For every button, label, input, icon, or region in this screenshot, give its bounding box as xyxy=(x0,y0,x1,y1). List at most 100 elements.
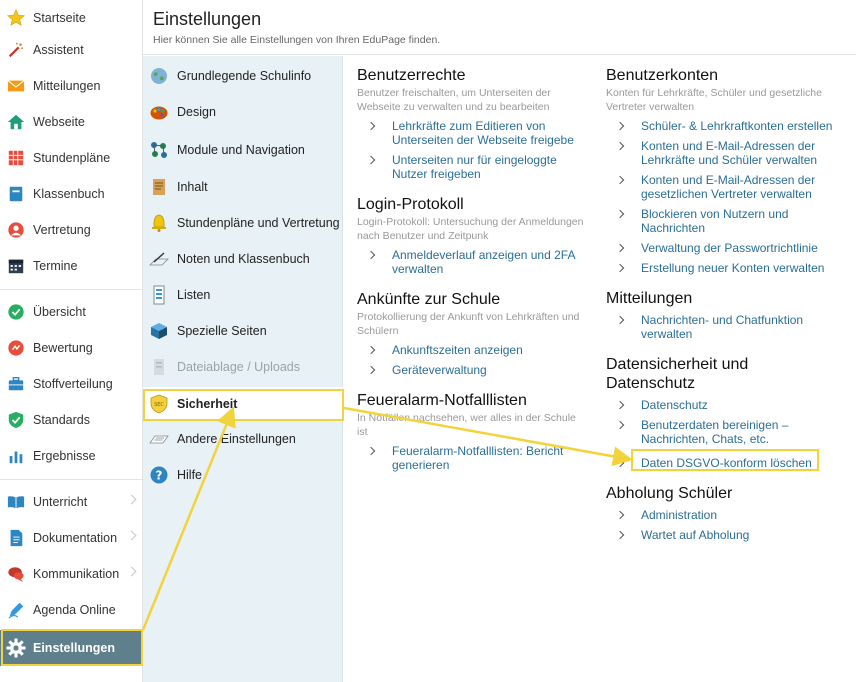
sidebar-item-label: Stundenpläne xyxy=(33,151,111,165)
star-icon xyxy=(6,8,26,28)
sidebar-item-einstellungen[interactable]: Einstellungen xyxy=(0,630,143,666)
link-konten-erstellen[interactable]: Schüler- & Lehrkraftkonten erstellen xyxy=(606,119,846,133)
menu-item-spezielle-seiten[interactable]: Spezielle Seiten xyxy=(143,314,343,348)
sidebar-item-label: Assistent xyxy=(33,43,84,57)
menu-item-module-navigation[interactable]: Module und Navigation xyxy=(143,133,343,167)
section-title: Benutzerrechte xyxy=(357,67,466,84)
palette-icon xyxy=(148,101,170,123)
menu-item-label: Noten und Klassenbuch xyxy=(177,252,310,266)
folder-icon xyxy=(148,356,170,378)
help-icon: ? xyxy=(148,464,170,486)
timetable-icon xyxy=(6,148,26,168)
page-title: Einstellungen xyxy=(153,9,262,29)
link-blockieren[interactable]: Blockieren von Nutzern und Nachrichten xyxy=(606,207,846,235)
link-unterseiten-eingeloggte[interactable]: Unterseiten nur für eingeloggte Nutzer f… xyxy=(357,153,587,181)
link-anmeldeverlauf[interactable]: Anmeldeverlauf anzeigen und 2FA verwalte… xyxy=(357,248,587,276)
calendar-icon xyxy=(6,256,26,276)
list-icon xyxy=(148,284,170,306)
content-icon xyxy=(148,176,170,198)
menu-item-stundenplaene-vertretung[interactable]: Stundenpläne und Vertretung xyxy=(143,206,343,240)
sidebar-item-label: Webseite xyxy=(33,115,85,129)
sidebar-item-dokumentation[interactable]: Dokumentation xyxy=(0,520,143,556)
menu-item-label: Stundenpläne und Vertretung xyxy=(177,216,340,230)
page-header: Einstellungen Hier können Sie alle Einst… xyxy=(143,0,856,55)
section-title: Mitteilungen xyxy=(606,290,693,307)
link-neue-konten[interactable]: Erstellung neuer Konten verwalten xyxy=(606,261,846,275)
menu-item-sicherheit[interactable]: SEC Sicherheit xyxy=(143,387,343,421)
wand-icon xyxy=(6,40,26,60)
section-title: Login-Protokoll xyxy=(357,196,464,213)
newspaper-icon xyxy=(148,428,170,450)
sidebar-divider xyxy=(0,289,142,290)
menu-item-dateiablage[interactable]: Dateiablage / Uploads xyxy=(143,350,343,384)
sidebar-item-label: Klassenbuch xyxy=(33,187,105,201)
menu-item-grundlegende-schulinfo[interactable]: Grundlegende Schulinfo xyxy=(143,59,343,93)
sidebar-item-uebersicht[interactable]: Übersicht xyxy=(0,294,143,330)
menu-item-hilfe[interactable]: ? Hilfe xyxy=(143,458,343,492)
shield-icon: SEC xyxy=(148,393,170,415)
sidebar-item-termine[interactable]: Termine xyxy=(0,248,143,284)
section-benutzerkonten: Benutzerkonten Konten für Lehrkräfte, Sc… xyxy=(606,66,846,275)
chevron-right-icon xyxy=(126,494,137,505)
section-datensicherheit: Datensicherheit und Datenschutz Datensch… xyxy=(606,355,846,470)
menu-item-label: Hilfe xyxy=(177,468,203,482)
link-passwortrichtlinie[interactable]: Verwaltung der Passwortrichtlinie xyxy=(606,241,846,255)
check-icon xyxy=(6,302,26,322)
sidebar-item-bewertung[interactable]: Bewertung xyxy=(0,330,143,366)
svg-text:SEC: SEC xyxy=(154,402,164,408)
sidebar-item-label: Agenda Online xyxy=(33,603,116,617)
sidebar-item-unterricht[interactable]: Unterricht xyxy=(0,484,143,520)
sidebar-item-klassenbuch[interactable]: Klassenbuch xyxy=(0,176,143,212)
settings-menu: Grundlegende Schulinfo Design Module und… xyxy=(143,56,343,682)
section-ankuenfte: Ankünfte zur Schule Protokollierung der … xyxy=(357,290,587,377)
sidebar-item-ergebnisse[interactable]: Ergebnisse xyxy=(0,438,143,474)
menu-item-inhalt[interactable]: Inhalt xyxy=(143,170,343,204)
link-konten-lehrkraefte-schueler[interactable]: Konten und E-Mail-Adressen der Lehrkräft… xyxy=(606,139,846,167)
link-ankunftszeiten[interactable]: Ankunftszeiten anzeigen xyxy=(357,343,587,357)
chat-icon xyxy=(6,564,26,584)
link-feueralarm-bericht[interactable]: Feueralarm-Notfalllisten: Bericht generi… xyxy=(357,444,587,472)
menu-item-label: Grundlegende Schulinfo xyxy=(177,69,312,83)
section-description: Benutzer freischalten, um Unterseiten de… xyxy=(357,87,551,113)
cube-icon xyxy=(148,320,170,342)
sidebar-item-stundenplaene[interactable]: Stundenpläne xyxy=(0,140,143,176)
link-chatfunktion[interactable]: Nachrichten- und Chatfunktion verwalten xyxy=(606,313,846,341)
sidebar-item-label: Stoffverteilung xyxy=(33,377,113,391)
home-icon xyxy=(6,112,26,132)
link-benutzerdaten-bereinigen[interactable]: Benutzerdaten bereinigen – Nachrichten, … xyxy=(606,418,846,446)
chevron-right-icon xyxy=(126,566,137,577)
section-title: Feueralarm-Notfalllisten xyxy=(357,392,527,409)
menu-item-label: Listen xyxy=(177,288,211,302)
sidebar-item-startseite[interactable]: Startseite xyxy=(0,0,143,36)
menu-item-design[interactable]: Design xyxy=(143,95,343,129)
document-icon xyxy=(6,528,26,548)
link-dsgvo-loeschen[interactable]: Daten DSGVO-konform löschen xyxy=(606,456,846,470)
sidebar-item-webseite[interactable]: Webseite xyxy=(0,104,143,140)
sidebar-item-kommunikation[interactable]: Kommunikation xyxy=(0,556,143,592)
sidebar-item-label: Einstellungen xyxy=(33,641,115,655)
sidebar-item-agenda-online[interactable]: Agenda Online xyxy=(0,592,143,628)
menu-item-label: Module und Navigation xyxy=(177,143,305,157)
sidebar-item-label: Startseite xyxy=(33,11,86,25)
link-wartet-auf-abholung[interactable]: Wartet auf Abholung xyxy=(606,528,846,542)
sidebar-item-stoffverteilung[interactable]: Stoffverteilung xyxy=(0,366,143,402)
globe-icon xyxy=(148,65,170,87)
sidebar-item-label: Übersicht xyxy=(33,305,86,319)
sidebar-item-label: Kommunikation xyxy=(33,567,120,581)
link-geraeteverwaltung[interactable]: Geräteverwaltung xyxy=(357,363,587,377)
section-description: In Notfällen nachsehen, wer alles in der… xyxy=(357,412,576,438)
menu-item-listen[interactable]: Listen xyxy=(143,278,343,312)
notebook-pen-icon xyxy=(148,248,170,270)
link-konten-vertreter[interactable]: Konten und E-Mail-Adressen der gesetzlic… xyxy=(606,173,846,201)
link-datenschutz[interactable]: Datenschutz xyxy=(606,398,846,412)
link-administration[interactable]: Administration xyxy=(606,508,846,522)
sidebar-item-vertretung[interactable]: Vertretung xyxy=(0,212,143,248)
sidebar-item-mitteilungen[interactable]: Mitteilungen xyxy=(0,68,143,104)
sidebar-item-assistent[interactable]: Assistent xyxy=(0,32,143,68)
section-feueralarm: Feueralarm-Notfalllisten In Notfällen na… xyxy=(357,391,587,472)
menu-item-andere-einstellungen[interactable]: Andere Einstellungen xyxy=(143,422,343,456)
link-lehrkraefte-editieren[interactable]: Lehrkräfte zum Editieren von Unterseiten… xyxy=(357,119,587,147)
sidebar-item-standards[interactable]: Standards xyxy=(0,402,143,438)
menu-item-noten-klassenbuch[interactable]: Noten und Klassenbuch xyxy=(143,242,343,276)
content-column-left: Benutzerrechte Benutzer freischalten, um… xyxy=(357,66,587,482)
